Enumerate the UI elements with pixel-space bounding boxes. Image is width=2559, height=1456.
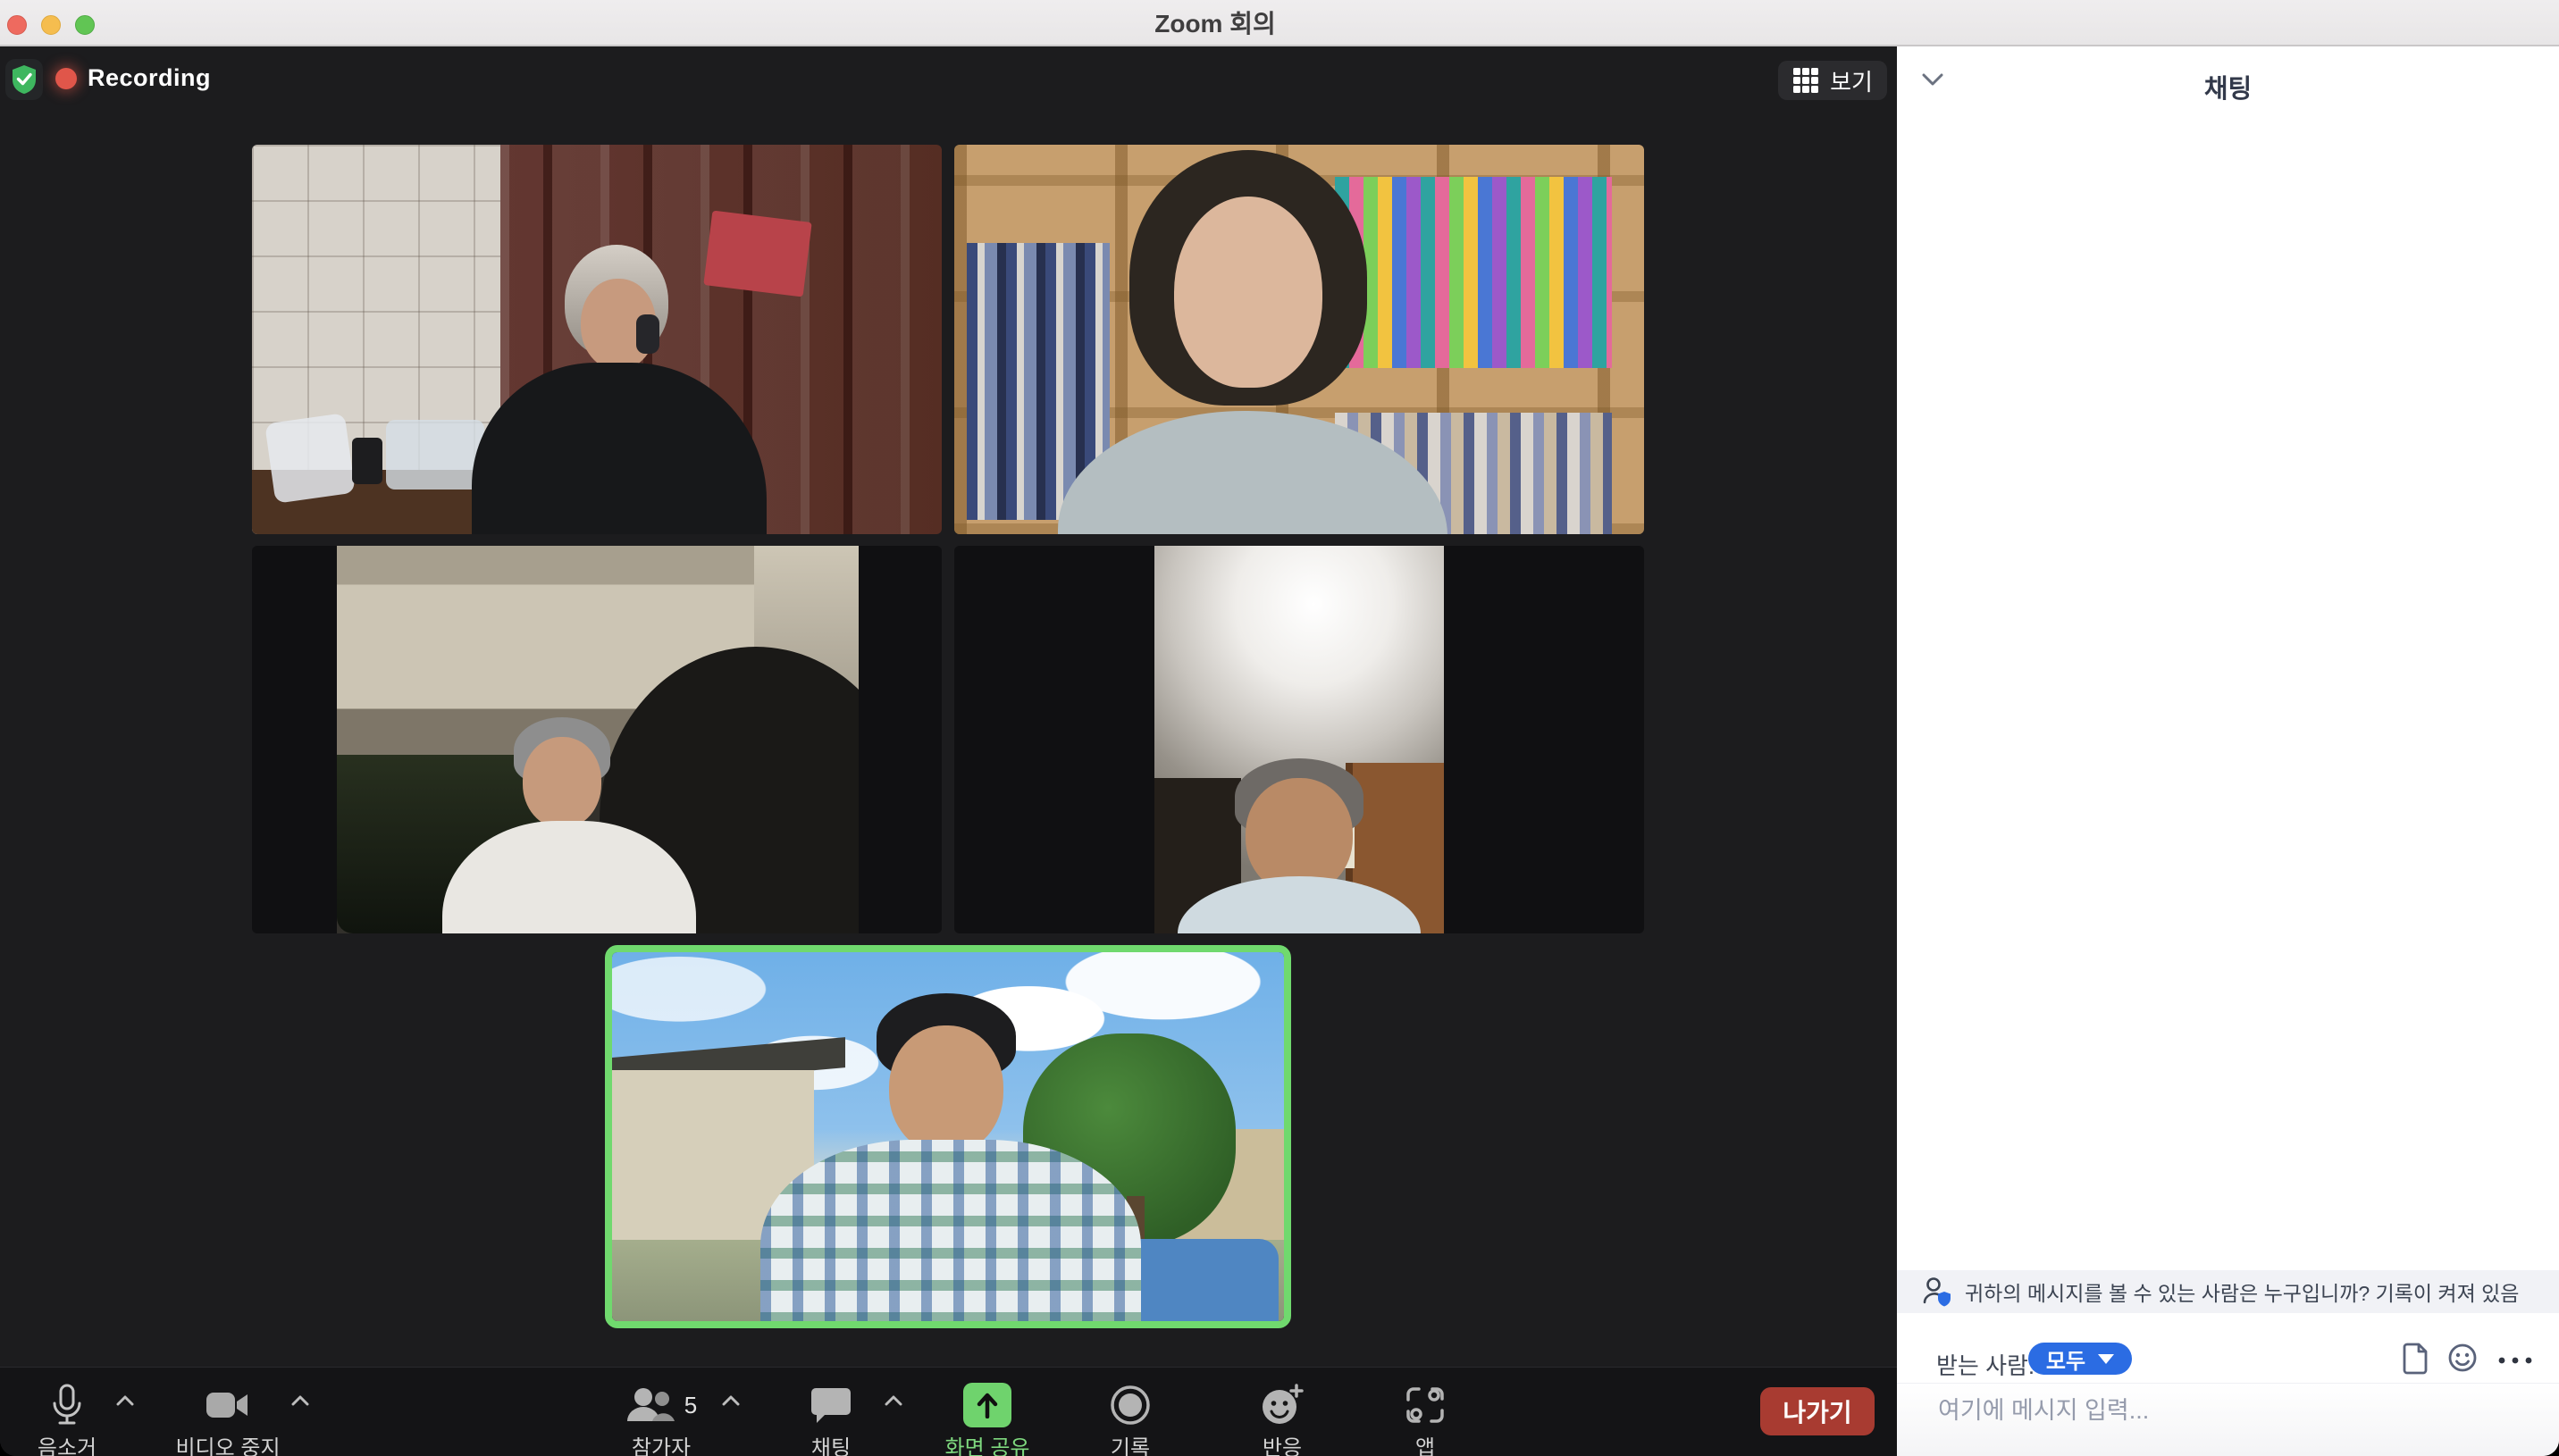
security-shield-icon[interactable]	[5, 59, 43, 100]
video-tile-participant-4	[1154, 546, 1444, 933]
privacy-person-shield-icon	[1922, 1276, 1952, 1307]
chat-bubble-icon	[810, 1386, 852, 1424]
more-options-icon[interactable]	[2497, 1353, 2533, 1369]
attach-file-icon[interactable]	[2403, 1343, 2429, 1379]
mute-options-chevron[interactable]	[116, 1394, 134, 1410]
record-label: 기록	[1054, 1430, 1206, 1456]
send-to-dropdown[interactable]: 모두	[2028, 1343, 2132, 1375]
video-cell-participant-3[interactable]	[252, 546, 942, 933]
message-input[interactable]	[1936, 1396, 2490, 1426]
compose-area	[1897, 1383, 2559, 1456]
recording-indicator: Recording	[55, 64, 211, 92]
send-to-label: 받는 사람:	[1936, 1348, 2035, 1381]
reactions-button[interactable]: 반응	[1206, 1368, 1358, 1456]
participants-options-chevron[interactable]	[722, 1394, 740, 1410]
grid-view-icon	[1792, 67, 1819, 94]
view-button[interactable]: 보기	[1778, 61, 1887, 100]
video-tile-participant-1[interactable]	[252, 145, 942, 534]
chat-privacy-notice: 귀하의 메시지를 볼 수 있는 사람은 누구입니까? 기록이 켜져 있음	[1897, 1270, 2559, 1313]
zoom-window: Zoom 회의 Recording	[0, 0, 2559, 1456]
meeting-toolbar: 음소거 비디오 중지	[0, 1367, 1897, 1456]
share-screen-label: 화면 공유	[902, 1430, 1072, 1456]
chat-message-list[interactable]	[1897, 118, 2559, 1270]
compose-header: 받는 사람: 모두	[1897, 1341, 2559, 1382]
video-stage: Recording 보기	[0, 46, 1897, 1456]
share-screen-icon	[963, 1383, 1011, 1427]
video-options-chevron[interactable]	[291, 1394, 309, 1410]
reactions-label: 반응	[1206, 1430, 1358, 1456]
video-tile-participant-5-active-speaker[interactable]	[605, 945, 1291, 1328]
apps-label: 앱	[1349, 1430, 1501, 1456]
dropdown-caret-icon	[2098, 1354, 2114, 1364]
chat-panel-title: 채팅	[1897, 68, 2559, 105]
participants-count: 5	[684, 1392, 697, 1419]
stop-video-label: 비디오 중지	[134, 1430, 322, 1456]
participants-label: 참가자	[581, 1430, 742, 1456]
reactions-smiley-icon	[1260, 1384, 1305, 1427]
participant-5-video	[612, 952, 1284, 1321]
participant-4-video	[1154, 546, 1444, 933]
privacy-notice-text: 귀하의 메시지를 볼 수 있는 사람은 누구입니까? 기록이 켜져 있음	[1965, 1276, 2519, 1307]
video-tile-participant-2[interactable]	[954, 145, 1644, 534]
participant-3-video	[337, 546, 859, 933]
stop-video-button[interactable]: 비디오 중지	[134, 1368, 322, 1456]
chat-button[interactable]: 채팅	[751, 1368, 911, 1456]
recording-label: Recording	[88, 64, 211, 92]
apps-button[interactable]: 앱	[1349, 1368, 1501, 1456]
participants-button[interactable]: 5 참가자	[581, 1368, 742, 1456]
participant-2-video	[954, 145, 1644, 534]
fullscreen-button[interactable]	[75, 15, 95, 35]
send-to-value: 모두	[2046, 1343, 2085, 1375]
chat-header: 채팅	[1897, 46, 2559, 118]
content: Recording 보기	[0, 46, 2559, 1456]
window-title: Zoom 회의	[1028, 0, 1403, 45]
chat-toolbar-label: 채팅	[751, 1430, 911, 1456]
titlebar: Zoom 회의	[0, 0, 2559, 46]
record-button[interactable]: 기록	[1054, 1368, 1206, 1456]
leave-meeting-button[interactable]: 나가기	[1760, 1387, 1875, 1435]
chat-panel: 채팅 귀하의 메시지를 볼 수 있는 사람은 누구입니까? 기록이 켜져 있음 …	[1897, 46, 2559, 1456]
video-camera-icon	[205, 1389, 251, 1421]
mute-button[interactable]: 음소거	[0, 1368, 134, 1456]
view-button-label: 보기	[1830, 64, 1873, 97]
chat-options-chevron[interactable]	[885, 1394, 902, 1410]
record-icon	[1110, 1385, 1151, 1426]
video-tile-participant-3	[337, 546, 859, 933]
recording-dot-icon	[55, 68, 77, 89]
participants-icon	[625, 1387, 675, 1423]
share-screen-button[interactable]: 화면 공유	[902, 1368, 1072, 1456]
video-cell-participant-4[interactable]	[954, 546, 1644, 933]
emoji-picker-icon[interactable]	[2447, 1343, 2478, 1377]
minimize-button[interactable]	[41, 15, 61, 35]
mute-label: 음소거	[0, 1430, 134, 1456]
participant-1-video	[252, 145, 942, 534]
microphone-icon	[47, 1384, 87, 1427]
close-button[interactable]	[7, 15, 27, 35]
apps-icon	[1405, 1385, 1446, 1426]
